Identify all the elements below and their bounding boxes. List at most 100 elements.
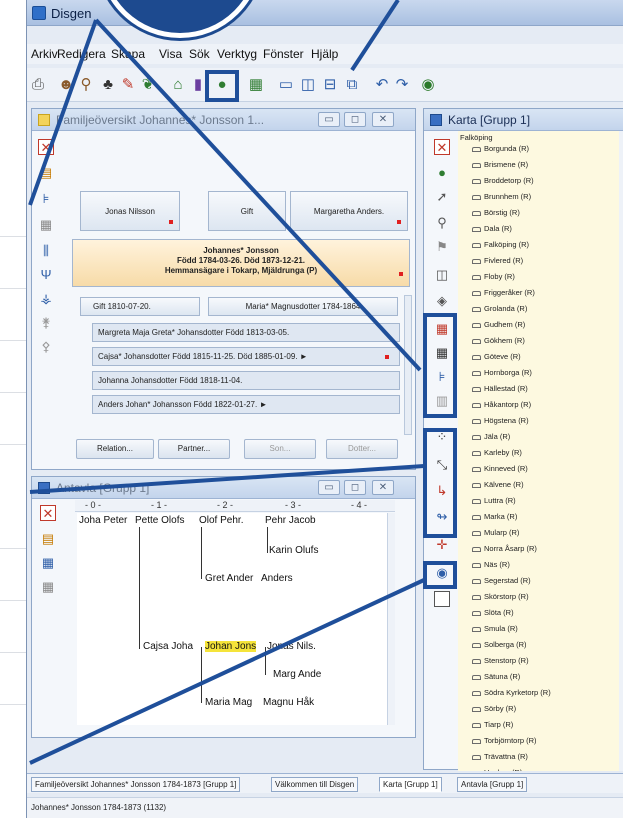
close-button[interactable]: ✕ [372, 112, 394, 127]
calendar-icon[interactable]: ▦ [247, 76, 265, 94]
scrollbar[interactable] [387, 513, 395, 725]
place-item[interactable]: Falköping (R) [472, 240, 529, 249]
menu-verktyg[interactable]: Verktyg [217, 47, 257, 61]
menu-redigera[interactable]: Redigera [57, 47, 106, 61]
place-item[interactable]: Börstig (R) [472, 208, 520, 217]
compare-icon[interactable]: ⫼ [38, 243, 54, 259]
table-icon[interactable]: ◫ [434, 267, 450, 283]
document-icon[interactable]: ▤ [38, 165, 54, 181]
place-item[interactable]: Håkantorp (R) [472, 400, 531, 409]
family-icon[interactable]: ♣ [99, 76, 117, 94]
place-item[interactable]: Kälvene (R) [472, 480, 524, 489]
home-icon[interactable]: ⌂ [169, 76, 187, 94]
window-split-h-icon[interactable]: ⊟ [321, 76, 339, 94]
ancestor-node[interactable]: Maria Mag [205, 697, 252, 708]
ancestor-node[interactable]: Joha Peter [79, 515, 127, 526]
place-item[interactable]: Sätuna (R) [472, 672, 520, 681]
ancestor-node[interactable]: Pehr Jacob [265, 515, 316, 526]
menu-visa[interactable]: Visa [159, 47, 182, 61]
crosshair-icon[interactable]: ✛ [434, 537, 450, 553]
menu-sok[interactable]: Sök [189, 47, 210, 61]
place-item[interactable]: Luttra (R) [472, 496, 516, 505]
window-split-v-icon[interactable]: ◫ [299, 76, 317, 94]
tab-family-overview[interactable]: Familjeöversikt Johannes* Jonsson 1784-1… [31, 777, 241, 792]
place-item[interactable]: Högstena (R) [472, 416, 529, 425]
place-item[interactable]: Näs (R) [472, 560, 510, 569]
ancestor-node[interactable]: Cajsa Joha [143, 641, 193, 652]
ancestor-node[interactable]: Karin Olufs [269, 545, 318, 556]
scrollbar[interactable] [619, 131, 623, 771]
child-row[interactable]: Johanna Johansdotter Född 1818-11-04. [92, 371, 400, 390]
place-item[interactable]: Marka (R) [472, 512, 517, 521]
place-item[interactable]: Borgunda (R) [472, 144, 529, 153]
place-item[interactable]: Gudhem (R) [472, 320, 525, 329]
tab-map[interactable]: Karta [Grupp 1] [379, 777, 442, 792]
ancestor-node[interactable]: Marg Ande [273, 669, 321, 680]
grid-icon[interactable]: ▦ [38, 217, 54, 233]
zoom-icon[interactable]: ⚲ [434, 215, 450, 231]
person-icon[interactable]: ☻ [57, 76, 75, 94]
place-item[interactable]: Brunnhem (R) [472, 192, 531, 201]
place-item[interactable]: Fivlered (R) [472, 256, 523, 265]
place-item[interactable]: Södra Kyrketorp (R) [472, 688, 551, 697]
pin-icon[interactable]: ⚑ [434, 239, 450, 255]
window-cascade-icon[interactable]: ⧉ [343, 76, 361, 94]
place-item[interactable]: Hällestad (R) [472, 384, 528, 393]
place-item[interactable]: Norra Åsarp (R) [472, 544, 537, 553]
print-icon[interactable]: ⎙ [29, 76, 47, 94]
place-item[interactable]: Solberga (R) [472, 640, 527, 649]
grid-icon[interactable]: ▦ [40, 579, 56, 595]
pedigree-icon[interactable]: Ψ [38, 267, 54, 283]
tree-root[interactable]: Falköping [460, 133, 493, 142]
place-item[interactable]: Friggeråker (R) [472, 288, 535, 297]
place-item[interactable]: Sörby (R) [472, 704, 516, 713]
place-item[interactable]: Segerstad (R) [472, 576, 531, 585]
relation-button[interactable]: Relation... [76, 439, 154, 459]
place-item[interactable]: Jäla (R) [472, 432, 510, 441]
daughter-button[interactable]: Dotter... [326, 439, 398, 459]
menu-fonster[interactable]: Fönster [263, 47, 304, 61]
menu-arkiv[interactable]: Arkiv [31, 47, 58, 61]
son-button[interactable]: Son... [244, 439, 316, 459]
child-row[interactable]: Cajsa* Johansdotter Född 1815-11-25. Död… [92, 347, 400, 366]
layers-icon[interactable]: ◈ [434, 293, 450, 309]
relatives2-icon[interactable]: ⚴ [38, 339, 54, 355]
place-item[interactable]: Kinneved (R) [472, 464, 528, 473]
spouse-box[interactable]: Maria* Magnusdotter 1784-1864 [208, 297, 398, 316]
redo-icon[interactable]: ↷ [393, 76, 411, 94]
place-item[interactable]: Hornborga (R) [472, 368, 532, 377]
father-box[interactable]: Jonas Nilsson [80, 191, 180, 231]
selected-person-node[interactable]: Johan Jons [205, 641, 257, 652]
place-item[interactable]: Slöta (R) [472, 608, 514, 617]
main-person-box[interactable]: Johannes* Jonsson Född 1784-03-26. Död 1… [72, 239, 410, 287]
rectangle-icon[interactable] [434, 591, 450, 607]
child-row[interactable]: Anders Johan* Johansson Född 1822-01-27.… [92, 395, 400, 414]
search-person-icon[interactable]: ⚲ [77, 76, 95, 94]
place-item[interactable]: Smula (R) [472, 624, 518, 633]
tree-down-icon[interactable]: ⊧ [38, 191, 54, 207]
place-item[interactable]: Broddetorp (R) [472, 176, 534, 185]
maximize-button[interactable]: ◻ [344, 112, 366, 127]
delete-icon[interactable]: ✕ [38, 139, 54, 155]
relatives-icon[interactable]: ⚵ [38, 315, 54, 331]
marriage-date-box[interactable]: Gift 1810-07-20. [80, 297, 200, 316]
place-item[interactable]: Dala (R) [472, 224, 512, 233]
ancestor-node[interactable]: Pette Olofs [135, 515, 184, 526]
marriage-box[interactable]: Gift [208, 191, 286, 231]
globe-icon[interactable]: ◉ [419, 76, 437, 94]
tab-pedigree[interactable]: Antavla [Grupp 1] [457, 777, 528, 792]
place-item[interactable]: Göteve (R) [472, 352, 521, 361]
ancestor-node[interactable]: Jonas Nils. [267, 641, 316, 652]
delete-icon[interactable]: ✕ [40, 505, 56, 521]
partner-button[interactable]: Partner... [158, 439, 230, 459]
source-icon[interactable]: ❦ [139, 76, 157, 94]
child-row[interactable]: Margreta Maja Greta* Johansdotter Född 1… [92, 323, 400, 342]
maximize-button[interactable]: ◻ [344, 480, 366, 495]
menu-skapa[interactable]: Skapa [111, 47, 145, 61]
place-item[interactable]: Trävattna (R) [472, 752, 528, 761]
place-item[interactable]: Skörstorp (R) [472, 592, 529, 601]
document-icon[interactable]: ▤ [40, 531, 56, 547]
undo-icon[interactable]: ↶ [373, 76, 391, 94]
place-item[interactable]: Karleby (R) [472, 448, 522, 457]
place-item[interactable]: Grolanda (R) [472, 304, 527, 313]
